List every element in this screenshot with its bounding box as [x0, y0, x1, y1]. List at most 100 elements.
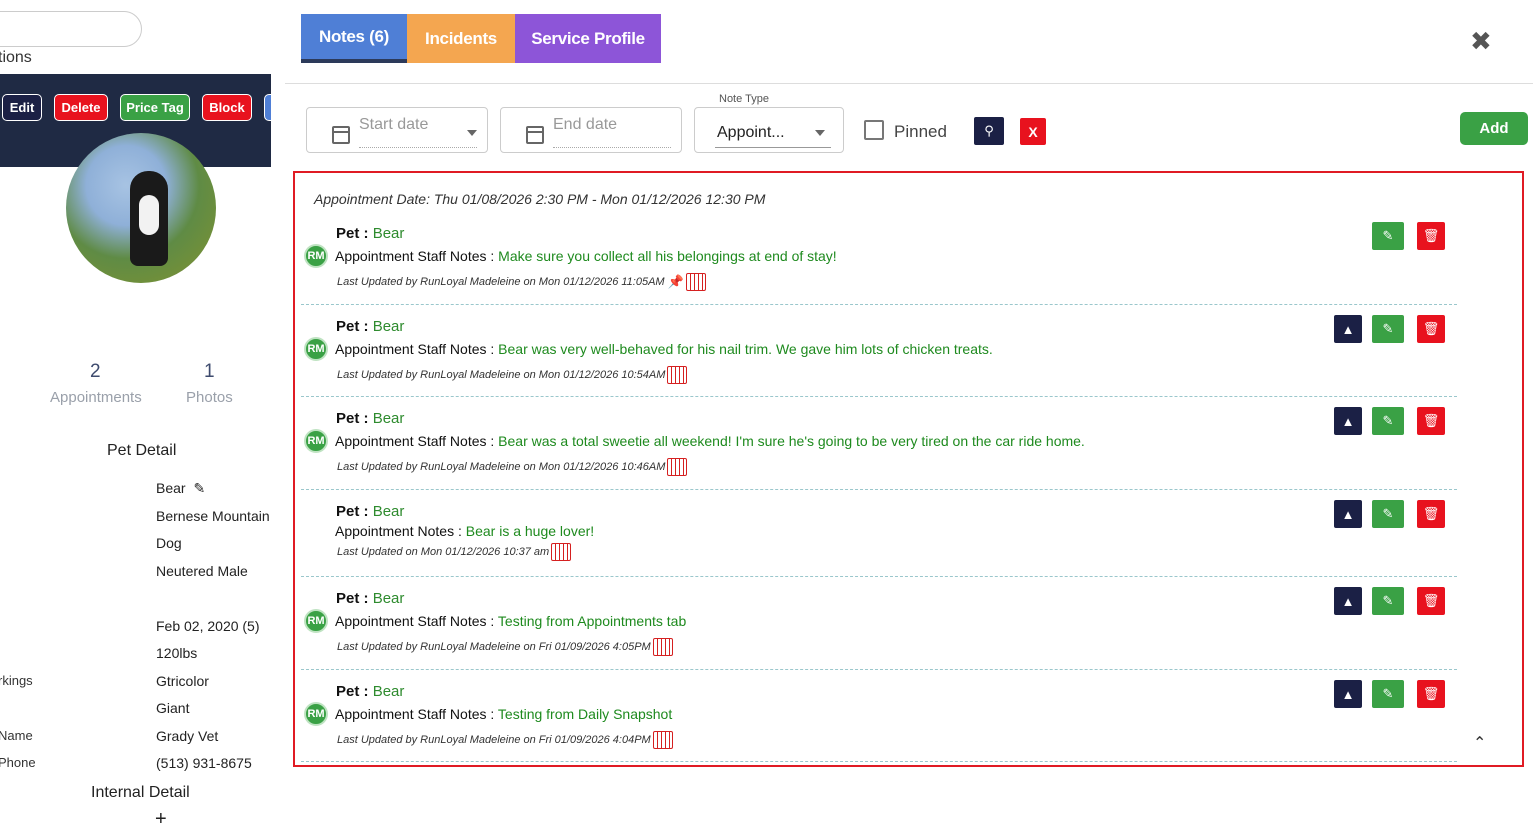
edit-note-button[interactable]: ✎ [1372, 222, 1404, 250]
pin-icon: ▲ [1341, 686, 1355, 702]
end-date-placeholder: End date [553, 116, 618, 133]
note-divider [301, 304, 1457, 305]
pencil-icon[interactable]: ✎ [193, 480, 205, 496]
add-note-button[interactable]: Add [1460, 112, 1528, 145]
trash-icon: 🗑 [1422, 686, 1440, 701]
author-avatar: RM [304, 337, 328, 361]
edit-pet-button[interactable]: Edit [2, 94, 42, 121]
edit-icon: ✎ [1382, 506, 1394, 521]
markings-key: rkings [0, 673, 33, 688]
pet-birthdate: Feb 02, 2020 (5) [156, 618, 260, 634]
note-type-label: Note Type [719, 93, 769, 105]
note-pet: Pet : Bear [336, 503, 405, 520]
pet-species: Dog [156, 535, 182, 551]
internal-detail-title: Internal Detail [91, 784, 190, 801]
note-updated: Last Updated by RunLoyal Madeleine on Mo… [337, 366, 688, 384]
vet-name: Grady Vet [156, 728, 219, 744]
delete-note-button[interactable]: 🗑 [1417, 315, 1445, 343]
pin-note-button[interactable]: ▲ [1334, 315, 1362, 343]
pinned-label: Pinned [894, 122, 947, 141]
left-search-input[interactable] [0, 11, 142, 47]
calendar-icon[interactable] [551, 543, 572, 561]
more-button[interactable] [264, 94, 271, 121]
calendar-icon[interactable] [667, 458, 688, 476]
pin-note-button[interactable]: ▲ [1334, 407, 1362, 435]
note-updated: Last Updated on Mon 01/12/2026 10:37 am [337, 543, 572, 561]
delete-note-button[interactable]: 🗑 [1417, 222, 1445, 250]
edit-icon: ✎ [1382, 228, 1394, 243]
note-body: Appointment Staff Notes : Bear was very … [335, 341, 993, 357]
pin-icon: ▲ [1341, 593, 1355, 609]
edit-note-button[interactable]: ✎ [1372, 680, 1404, 708]
chevron-down-icon [467, 130, 477, 136]
note-pet: Pet : Bear [336, 318, 405, 335]
end-date-field[interactable]: End date [500, 107, 682, 153]
edit-note-button[interactable]: ✎ [1372, 500, 1404, 528]
pet-markings: Gtricolor [156, 673, 209, 689]
price-tag-button[interactable]: Price Tag [120, 94, 190, 121]
clear-filters-button[interactable]: X [1020, 118, 1046, 145]
add-internal-detail-button[interactable]: + [155, 808, 167, 831]
pin-note-button[interactable]: ▲ [1334, 500, 1362, 528]
note-body: Appointment Staff Notes : Bear was a tot… [335, 433, 1085, 449]
delete-pet-button[interactable]: Delete [54, 94, 108, 121]
pinned-checkbox[interactable] [864, 120, 884, 140]
note-divider [301, 396, 1457, 397]
tab-incidents[interactable]: Incidents [407, 14, 515, 63]
note-divider [301, 669, 1457, 670]
tab-notes[interactable]: Notes (6) [301, 14, 407, 63]
trash-icon: 🗑 [1422, 321, 1440, 336]
close-icon[interactable]: ✖ [1470, 26, 1492, 57]
note-pet: Pet : Bear [336, 225, 405, 242]
note-body: Appointment Notes : Bear is a huge lover… [335, 523, 595, 539]
delete-note-button[interactable]: 🗑 [1417, 680, 1445, 708]
edit-icon: ✎ [1382, 686, 1394, 701]
calendar-icon[interactable] [685, 273, 706, 291]
delete-note-button[interactable]: 🗑 [1417, 587, 1445, 615]
tab-divider [285, 83, 1533, 84]
note-pet: Pet : Bear [336, 590, 405, 607]
author-avatar: RM [304, 244, 328, 268]
pin-icon: ▲ [1341, 506, 1355, 522]
options-label: tions [0, 49, 32, 66]
vet-name-key: Name [0, 728, 33, 743]
appointments-count: 2 [90, 361, 101, 382]
search-button[interactable]: ⚲ [974, 117, 1004, 145]
calendar-icon [332, 126, 350, 144]
note-divider [301, 489, 1457, 490]
note-updated: Last Updated by RunLoyal Madeleine on Fr… [337, 638, 673, 656]
pet-weight: 120lbs [156, 645, 198, 661]
note-pet: Pet : Bear [336, 410, 405, 427]
block-button[interactable]: Block [202, 94, 252, 121]
pet-name: Bear ✎ [156, 480, 206, 496]
start-date-field[interactable]: Start date [306, 107, 488, 153]
calendar-icon[interactable] [652, 638, 673, 656]
tab-service-profile[interactable]: Service Profile [515, 14, 661, 63]
author-avatar: RM [304, 702, 328, 726]
chevron-up-icon[interactable]: ⌃ [1473, 733, 1486, 753]
author-avatar: RM [304, 429, 328, 453]
note-body: Appointment Staff Notes : Testing from D… [335, 706, 673, 722]
vet-phone-key: Phone [0, 755, 36, 770]
calendar-icon[interactable] [667, 366, 688, 384]
edit-note-button[interactable]: ✎ [1372, 587, 1404, 615]
trash-icon: 🗑 [1422, 506, 1440, 521]
notes-modal: Notes (6) Incidents Service Profile ✖ St… [271, 0, 1533, 837]
note-divider [301, 576, 1457, 577]
pet-avatar[interactable] [66, 133, 216, 283]
delete-note-button[interactable]: 🗑 [1417, 500, 1445, 528]
note-type-select[interactable]: Appoint... [694, 107, 844, 153]
photos-count: 1 [204, 361, 215, 382]
calendar-icon [526, 126, 544, 144]
pin-note-button[interactable]: ▲ [1334, 587, 1362, 615]
note-pet: Pet : Bear [336, 683, 405, 700]
pin-note-button[interactable]: ▲ [1334, 680, 1362, 708]
pinned-icon: 📌 [667, 274, 684, 289]
appointment-date: Appointment Date: Thu 01/08/2026 2:30 PM… [314, 191, 766, 207]
edit-note-button[interactable]: ✎ [1372, 407, 1404, 435]
edit-note-button[interactable]: ✎ [1372, 315, 1404, 343]
calendar-icon[interactable] [652, 731, 673, 749]
edit-icon: ✎ [1382, 593, 1394, 608]
note-body: Appointment Staff Notes : Testing from A… [335, 613, 687, 629]
delete-note-button[interactable]: 🗑 [1417, 407, 1445, 435]
